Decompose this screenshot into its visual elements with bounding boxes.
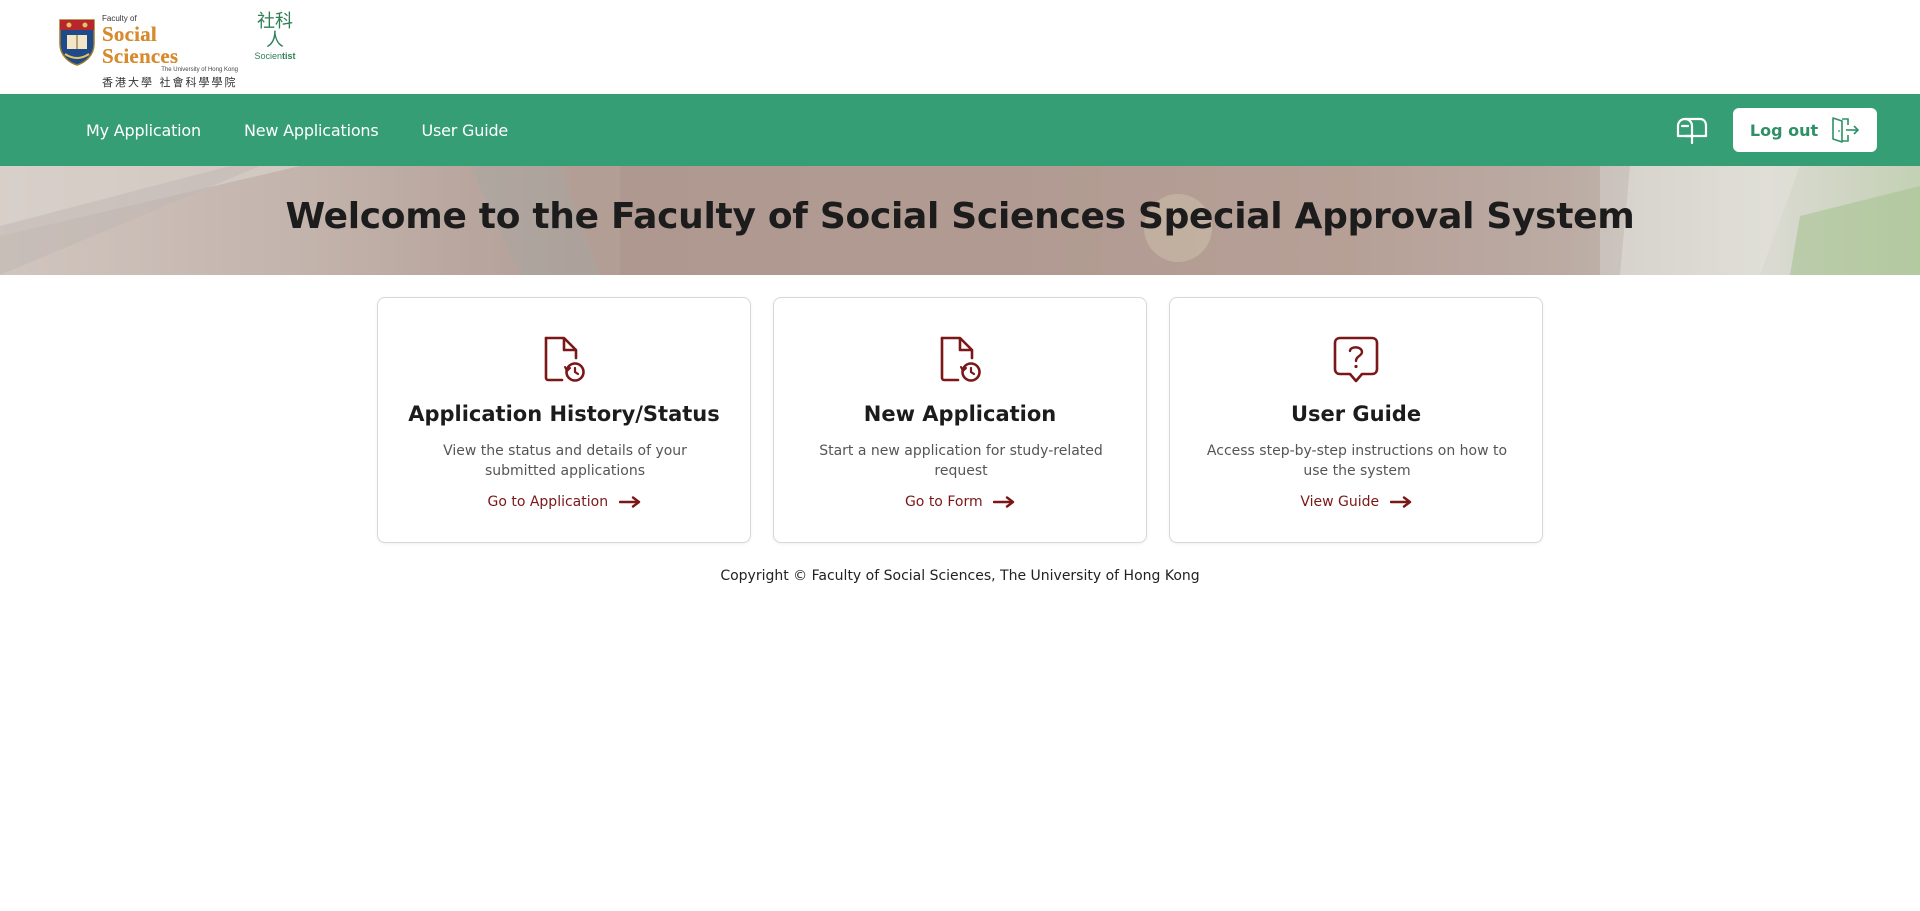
socientist-chinese-text: 社科人 xyxy=(257,11,293,51)
fss-chinese-text: 香港大學 社會科學學院 xyxy=(102,76,238,89)
go-to-application-link[interactable]: Go to Application xyxy=(378,494,750,510)
card-title: New Application xyxy=(863,402,1057,426)
file-history-icon xyxy=(544,336,585,382)
go-to-form-link[interactable]: Go to Form xyxy=(774,494,1146,510)
card-description: View the status and details of your subm… xyxy=(443,443,687,479)
card-description: Access step-by-step instructions on how … xyxy=(1206,443,1508,479)
arrow-right-icon xyxy=(1389,496,1411,508)
card-user-guide[interactable]: User Guide Access step-by-step instructi… xyxy=(1169,297,1543,543)
socientist-en-part-b: tist xyxy=(282,51,296,61)
logout-door-icon xyxy=(1832,117,1860,143)
card-link-label: View Guide xyxy=(1300,494,1380,510)
mailbox-button[interactable] xyxy=(1674,112,1710,148)
nav-user-guide[interactable]: User Guide xyxy=(422,121,509,140)
nav-my-application[interactable]: My Application xyxy=(86,121,201,140)
card-title: User Guide xyxy=(1290,402,1422,426)
hero-banner: Welcome to the Faculty of Social Science… xyxy=(0,166,1920,275)
page-title: Welcome to the Faculty of Social Science… xyxy=(285,196,1635,237)
hku-crest-icon xyxy=(58,18,96,66)
mailbox-icon xyxy=(1676,117,1708,145)
nav-new-applications[interactable]: New Applications xyxy=(244,121,379,140)
card-new-application[interactable]: New Application Start a new application … xyxy=(773,297,1147,543)
nav-links: My Application New Applications User Gui… xyxy=(86,121,551,140)
card-link-label: Go to Application xyxy=(487,494,609,510)
socientist-logo: 社科人 Socientist xyxy=(254,12,296,61)
arrow-right-icon xyxy=(618,496,640,508)
card-link-label: Go to Form xyxy=(904,494,983,510)
file-history-icon xyxy=(940,336,981,382)
logout-button[interactable]: Log out xyxy=(1733,108,1877,152)
arrow-right-icon xyxy=(993,496,1015,508)
fss-university-text: The University of Hong Kong xyxy=(161,67,238,73)
fss-wordmark: Faculty of Social Sciences The Universit… xyxy=(102,14,238,89)
card-title: Application History/Status xyxy=(408,402,720,426)
main-navbar: My Application New Applications User Gui… xyxy=(0,94,1920,166)
top-header: Faculty of Social Sciences The Universit… xyxy=(0,0,1920,94)
socientist-en-part-a: Socien xyxy=(254,51,283,61)
help-bubble-icon xyxy=(1333,336,1379,383)
faculty-logo[interactable]: Faculty of Social Sciences The Universit… xyxy=(58,12,296,89)
fss-big-text: Social Sciences xyxy=(102,22,179,68)
logout-label: Log out xyxy=(1749,120,1819,140)
footer-copyright: Copyright © Faculty of Social Sciences, … xyxy=(720,568,1200,584)
card-application-history[interactable]: Application History/Status View the stat… xyxy=(377,297,751,543)
socientist-english-text: Socientist xyxy=(254,51,296,61)
view-guide-link[interactable]: View Guide xyxy=(1170,494,1542,510)
cards-container: Application History/Status View the stat… xyxy=(377,297,1565,543)
card-description: Start a new application for study-relate… xyxy=(819,443,1103,479)
